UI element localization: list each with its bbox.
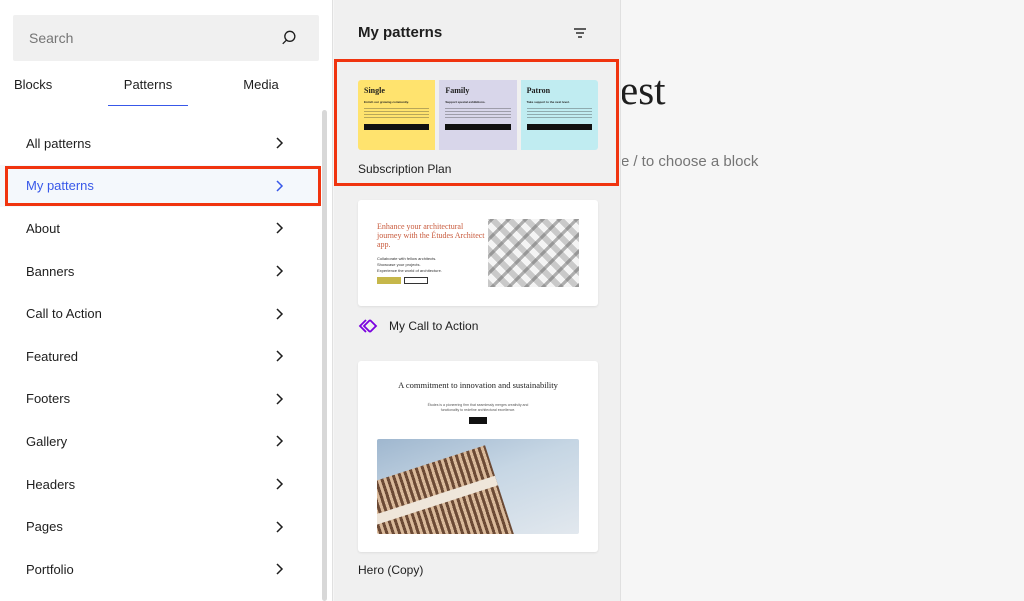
category-my-patterns[interactable]: My patterns bbox=[0, 164, 320, 208]
chevron-right-icon bbox=[276, 308, 284, 320]
category-label: Portfolio bbox=[26, 561, 74, 577]
pattern-label-row[interactable]: My Call to Action bbox=[358, 318, 478, 334]
chevron-right-icon bbox=[276, 137, 284, 149]
search-input[interactable] bbox=[13, 15, 273, 61]
category-label: My patterns bbox=[26, 178, 94, 194]
preview-button-primary bbox=[377, 277, 401, 284]
category-headers[interactable]: Headers bbox=[0, 463, 320, 506]
category-about[interactable]: About bbox=[0, 207, 320, 250]
block-placeholder-text: / to choose a block bbox=[633, 153, 759, 170]
editor-canvas[interactable]: est e / to choose a block bbox=[622, 0, 1024, 601]
plan-button bbox=[445, 124, 511, 130]
category-featured[interactable]: Featured bbox=[0, 335, 320, 378]
chevron-right-icon bbox=[276, 350, 284, 362]
preview-heading: Enhance your architectural journey with … bbox=[377, 222, 485, 249]
plan-title: Family bbox=[445, 86, 470, 95]
tab-media[interactable]: Media bbox=[230, 70, 292, 106]
pattern-preview-hero-copy[interactable]: A commitment to innovation and sustainab… bbox=[358, 361, 598, 552]
pattern-preview-call-to-action[interactable]: Enhance your architectural journey with … bbox=[358, 200, 598, 306]
chevron-right-icon bbox=[276, 478, 284, 490]
chevron-right-icon bbox=[276, 563, 284, 575]
filter-icon[interactable] bbox=[572, 25, 588, 41]
pattern-label[interactable]: Hero (Copy) bbox=[358, 563, 423, 577]
chevron-right-icon bbox=[276, 180, 284, 192]
category-label: Gallery bbox=[26, 433, 68, 449]
pattern-label[interactable]: Subscription Plan bbox=[358, 162, 451, 176]
chevron-right-icon bbox=[276, 521, 284, 533]
category-gallery[interactable]: Gallery bbox=[0, 420, 320, 463]
category-pages[interactable]: Pages bbox=[0, 505, 320, 548]
plan-title: Single bbox=[364, 86, 385, 95]
plan-title: Patron bbox=[526, 86, 551, 95]
category-portfolio[interactable]: Portfolio bbox=[0, 548, 320, 591]
patterns-preview-panel: My patterns Single Enrich our growing co… bbox=[334, 0, 621, 601]
plan-button bbox=[364, 124, 430, 130]
preview-button bbox=[469, 417, 487, 424]
category-label: Pages bbox=[26, 519, 63, 535]
plan-column: Family Support special exhibitions. bbox=[439, 80, 517, 150]
preview-list: Collaborate with fellow architects. Show… bbox=[377, 256, 442, 274]
category-label: About bbox=[26, 220, 60, 236]
post-title[interactable]: est bbox=[622, 66, 666, 114]
plan-subtitle: Take support to the next level. bbox=[526, 100, 570, 104]
category-label: Call to Action bbox=[26, 306, 102, 322]
category-label: Footers bbox=[26, 391, 71, 407]
category-banners[interactable]: Banners bbox=[0, 250, 320, 293]
tab-blocks[interactable]: Blocks bbox=[0, 70, 66, 106]
block-inserter-panel: Blocks Patterns Media All patterns My pa… bbox=[0, 0, 333, 601]
category-label: Banners bbox=[26, 263, 75, 279]
category-footers[interactable]: Footers bbox=[0, 378, 320, 421]
plan-column: Patron Take support to the next level. bbox=[520, 80, 598, 150]
panel-title: My patterns bbox=[358, 24, 443, 41]
pattern-preview-subscription-plan[interactable]: Single Enrich our growing community. Fam… bbox=[358, 80, 598, 150]
chevron-right-icon bbox=[276, 222, 284, 235]
inserter-tabs: Blocks Patterns Media bbox=[0, 70, 333, 106]
category-call-to-action[interactable]: Call to Action bbox=[0, 292, 320, 335]
plan-subtitle: Enrich our growing community. bbox=[364, 100, 409, 104]
search-box bbox=[13, 15, 319, 61]
category-label: All patterns bbox=[26, 135, 92, 151]
preview-list-item: Experience the world of architecture. bbox=[377, 268, 442, 273]
preview-button-secondary bbox=[404, 277, 428, 284]
preview-architecture-image bbox=[488, 219, 579, 287]
plan-column: Single Enrich our growing community. bbox=[358, 80, 436, 150]
plan-subtitle: Support special exhibitions. bbox=[445, 100, 486, 104]
preview-text: Études is a pioneering firm that seamles… bbox=[427, 403, 529, 412]
chevron-right-icon bbox=[276, 435, 284, 447]
synced-pattern-icon bbox=[358, 319, 378, 333]
preview-building-image bbox=[377, 439, 579, 534]
category-all-patterns[interactable]: All patterns bbox=[0, 122, 320, 165]
pattern-category-list: All patterns My patterns About Banners C… bbox=[0, 122, 320, 591]
chevron-right-icon bbox=[276, 265, 284, 277]
search-icon[interactable] bbox=[279, 28, 299, 48]
chevron-right-icon bbox=[276, 393, 284, 405]
category-label: Headers bbox=[26, 476, 76, 492]
scrollbar[interactable] bbox=[322, 110, 327, 601]
category-label: Featured bbox=[26, 348, 79, 364]
block-placeholder[interactable]: e / to choose a block bbox=[622, 153, 758, 170]
tab-patterns[interactable]: Patterns bbox=[108, 70, 188, 106]
pattern-label: My Call to Action bbox=[389, 319, 479, 333]
plan-button bbox=[526, 124, 592, 130]
preview-heading: A commitment to innovation and sustainab… bbox=[398, 380, 558, 390]
